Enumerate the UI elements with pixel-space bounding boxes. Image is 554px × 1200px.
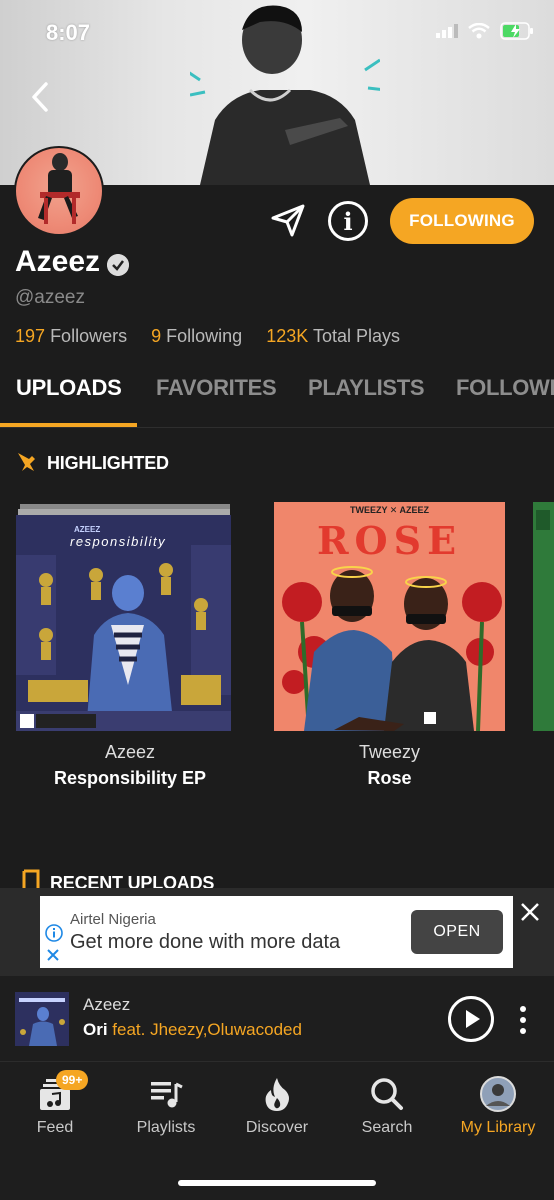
plays-label: Total Plays	[312, 326, 401, 346]
cover-title-text: responsibility	[70, 534, 167, 549]
profile-tabs: UPLOADS FAVORITES PLAYLISTS FOLLOWI	[0, 372, 554, 428]
wifi-icon	[468, 23, 490, 39]
back-icon[interactable]	[26, 80, 56, 114]
now-playing-title: Ori	[83, 1020, 108, 1039]
fire-icon	[265, 1078, 289, 1111]
tab-label: My Library	[460, 1119, 536, 1136]
cover-label	[536, 510, 550, 530]
play-icon	[466, 1010, 480, 1028]
now-playing-artwork	[15, 992, 69, 1046]
followers-label[interactable]: Followers	[50, 326, 127, 346]
card-title[interactable]: Rose	[274, 768, 505, 789]
status-icons	[436, 22, 534, 40]
ad-content[interactable]: Airtel Nigeria Get more done with more d…	[40, 896, 513, 968]
tab-label: Feed	[36, 1119, 74, 1136]
signal-icon	[436, 24, 458, 38]
ad-open-button[interactable]: OPEN	[411, 910, 503, 954]
status-bar: 8:07	[0, 0, 554, 68]
ad-advertiser: Airtel Nigeria	[70, 911, 156, 928]
now-playing-track: Ori feat. Jheezy,Oluwacoded	[83, 1020, 302, 1040]
mini-player[interactable]: Azeez Ori feat. Jheezy,Oluwacoded	[0, 976, 554, 1062]
verified-badge-icon	[107, 254, 129, 276]
cover-label: AZEEZ	[74, 525, 101, 534]
active-tab-indicator	[0, 423, 137, 427]
more-options-icon[interactable]	[518, 1004, 528, 1036]
tab-following[interactable]: FOLLOWI	[456, 375, 554, 401]
now-playing-featuring: feat. Jheezy,Oluwacoded	[112, 1020, 302, 1039]
battery-icon	[500, 22, 533, 40]
ad-banner: Airtel Nigeria Get more done with more d…	[0, 888, 554, 976]
card-title[interactable]: Responsibility EP	[16, 768, 244, 789]
plays-count: 123K	[266, 326, 309, 346]
search-icon	[371, 1078, 403, 1110]
tab-uploads[interactable]: UPLOADS	[16, 375, 122, 401]
profile-avatar[interactable]	[14, 146, 104, 236]
ad-close-icon[interactable]	[518, 900, 542, 924]
album-cover-rose[interactable]: TWEEZY ✕ AZEEZ ROSE	[274, 502, 505, 731]
album-cover-partial[interactable]	[533, 502, 554, 731]
profile-handle: @azeez	[15, 287, 85, 308]
following-button[interactable]: FOLLOWING	[390, 198, 534, 244]
recent-uploads-title: RECENT UPLOADS	[50, 873, 215, 888]
playlists-icon	[151, 1082, 183, 1108]
tab-label: Playlists	[136, 1119, 196, 1136]
home-indicator	[178, 1180, 376, 1186]
status-time: 8:07	[46, 20, 91, 45]
followers-count[interactable]: 197	[15, 326, 45, 346]
info-icon: i	[343, 207, 353, 236]
ad-choices-close-icon[interactable]	[46, 948, 60, 962]
play-button[interactable]	[448, 996, 494, 1042]
cover-header: TWEEZY ✕ AZEEZ	[349, 505, 430, 515]
following-label[interactable]: Following	[166, 326, 242, 346]
cover-title-text: ROSE	[316, 518, 463, 563]
tab-label: Search	[361, 1119, 413, 1136]
avatar-person-image	[38, 153, 80, 224]
ad-headline: Get more done with more data	[70, 931, 341, 953]
card-artist: Tweezy	[358, 742, 421, 762]
ad-info-icon[interactable]	[45, 924, 63, 942]
tab-label: Discover	[245, 1119, 309, 1136]
album-cover-responsibility[interactable]: AZEEZ responsibility	[16, 515, 231, 731]
profile-name: Azeez	[15, 245, 101, 278]
tab-playlists[interactable]: PLAYLISTS	[308, 375, 425, 401]
now-playing-artist: Azeez	[83, 995, 131, 1014]
share-send-icon[interactable]	[270, 202, 306, 238]
avatar-icon	[480, 1076, 516, 1112]
info-button[interactable]: i	[328, 201, 368, 241]
feed-badge: 99+	[56, 1070, 89, 1090]
card-artist: Azeez	[104, 742, 156, 762]
pin-icon	[18, 453, 35, 471]
highlighted-title: HIGHLIGHTED	[47, 453, 169, 473]
music-note-icon	[22, 869, 40, 888]
tab-favorites[interactable]: FAVORITES	[156, 375, 277, 401]
following-count[interactable]: 9	[151, 326, 161, 346]
profile-stats: 197 Followers 9 Following 123K Total Pla…	[15, 326, 400, 347]
